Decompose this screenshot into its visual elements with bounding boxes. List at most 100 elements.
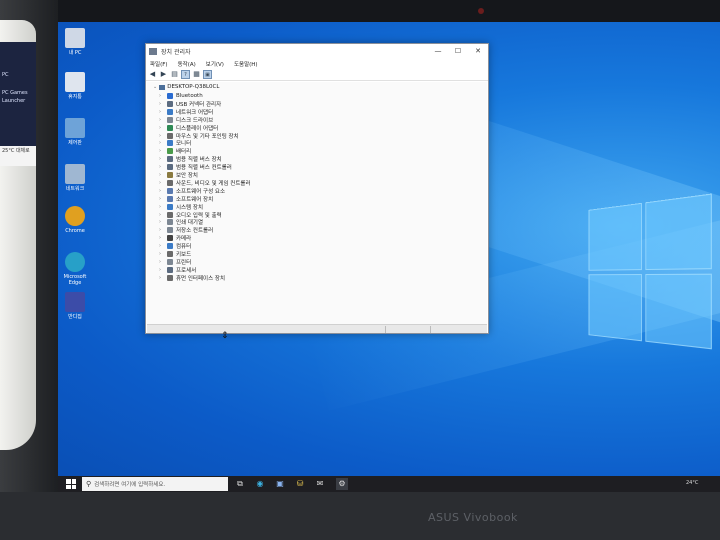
expand-arrow-icon[interactable]: ›	[159, 133, 164, 139]
tree-node[interactable]: › 시스템 장치	[159, 203, 203, 211]
weather-widget[interactable]: 24°C	[686, 480, 698, 486]
tree-node[interactable]: › 모니터	[159, 139, 191, 147]
expand-arrow-icon[interactable]: ›	[159, 172, 164, 178]
expand-arrow-icon[interactable]: ›	[159, 156, 164, 162]
title-bar[interactable]: 장치 관리자 — ☐ ✕	[146, 44, 488, 58]
desktop-icon-recycle-bin[interactable]: 내 PC	[60, 28, 90, 56]
desktop-icon-app[interactable]: 반디집	[60, 292, 90, 320]
tree-node[interactable]: › 인쇄 대기열	[159, 218, 203, 226]
device-category-icon	[167, 172, 173, 178]
tree-node[interactable]: › USB 커넥터 관리자	[159, 100, 221, 108]
tree-node[interactable]: › 키보드	[159, 250, 191, 258]
desktop-icon-label: 내 PC	[60, 50, 90, 56]
show-hidden-icon[interactable]: ▦	[192, 70, 201, 79]
device-category-icon	[167, 267, 173, 273]
device-category-icon	[167, 109, 173, 115]
tree-node-label: 컴퓨터	[176, 242, 191, 250]
desktop-icon-edge[interactable]: Microsoft Edge	[60, 252, 90, 286]
expand-arrow-icon[interactable]: ›	[159, 212, 164, 218]
webcam-indicator	[478, 8, 484, 14]
tree-node-label: 범용 직렬 버스 장치	[176, 155, 222, 163]
expand-arrow-icon[interactable]: ›	[159, 227, 164, 233]
device-tree[interactable]: ⌄ DESKTOP-Q38L0CL › Bluetooth › USB 커넥터 관…	[147, 82, 487, 324]
device-manager-taskbar-icon[interactable]: ⚙	[336, 478, 348, 490]
forward-icon[interactable]: ▶	[159, 70, 168, 79]
expand-arrow-icon[interactable]: ›	[159, 251, 164, 257]
tree-node[interactable]: › Bluetooth	[159, 92, 203, 100]
expand-down-icon[interactable]: ⌄	[153, 84, 157, 90]
expand-arrow-icon[interactable]: ›	[159, 101, 164, 107]
adjacent-line-1: PC	[2, 72, 9, 78]
mail-icon[interactable]: ✉	[314, 478, 326, 490]
tree-node[interactable]: › 마우스 및 기타 포인팅 장치	[159, 132, 239, 140]
tree-node[interactable]: › 저장소 컨트롤러	[159, 226, 213, 234]
tree-node[interactable]: › 카메라	[159, 234, 191, 242]
device-category-icon	[167, 204, 173, 210]
expand-arrow-icon[interactable]: ›	[159, 148, 164, 154]
tree-node[interactable]: › 네트워크 어댑터	[159, 108, 213, 116]
recycle-bin-2-icon	[65, 72, 85, 92]
expand-arrow-icon[interactable]: ›	[159, 164, 164, 170]
expand-arrow-icon[interactable]: ›	[159, 140, 164, 146]
tree-node[interactable]: › 프로세서	[159, 266, 196, 274]
window-title: 장치 관리자	[161, 47, 428, 56]
maximize-button[interactable]: ☐	[448, 44, 468, 58]
expand-arrow-icon[interactable]: ›	[159, 180, 164, 186]
menu-file[interactable]: 파일(F)	[150, 60, 168, 68]
task-view-icon[interactable]: ⧉	[234, 478, 246, 490]
tree-node[interactable]: › 컴퓨터	[159, 242, 191, 250]
device-category-icon	[167, 180, 173, 186]
tree-node[interactable]: › 디스크 드라이브	[159, 116, 213, 124]
tree-node-label: 시스템 장치	[176, 203, 203, 211]
device-category-icon	[167, 196, 173, 202]
menu-view[interactable]: 보기(V)	[206, 60, 224, 68]
tree-node[interactable]: › 디스플레이 어댑터	[159, 124, 218, 132]
expand-arrow-icon[interactable]: ›	[159, 235, 164, 241]
tree-node-label: 모니터	[176, 139, 191, 147]
edge-taskbar-icon[interactable]: ◉	[254, 478, 266, 490]
tree-node-label: USB 커넥터 관리자	[176, 100, 221, 108]
expand-arrow-icon[interactable]: ›	[159, 93, 164, 99]
scan-hardware-icon[interactable]: ▣	[203, 70, 212, 79]
tree-root[interactable]: ⌄ DESKTOP-Q38L0CL	[153, 84, 219, 90]
expand-arrow-icon[interactable]: ›	[159, 243, 164, 249]
device-category-icon	[167, 164, 173, 170]
menu-help[interactable]: 도움말(H)	[234, 60, 258, 68]
tree-node[interactable]: › 소프트웨어 구성 요소	[159, 187, 225, 195]
device-manager-window[interactable]: 장치 관리자 — ☐ ✕ 파일(F) 동작(A) 보기(V) 도움말(H) ◀ …	[145, 43, 489, 334]
desktop-icon-network[interactable]: 네트워크	[60, 164, 90, 192]
expand-arrow-icon[interactable]: ›	[159, 196, 164, 202]
expand-arrow-icon[interactable]: ›	[159, 109, 164, 115]
expand-arrow-icon[interactable]: ›	[159, 267, 164, 273]
tree-node[interactable]: › 프린터	[159, 258, 191, 266]
expand-arrow-icon[interactable]: ›	[159, 204, 164, 210]
tree-node[interactable]: › 오디오 입력 및 출력	[159, 211, 222, 219]
tree-node[interactable]: › 범용 직렬 버스 장치	[159, 155, 222, 163]
tree-node[interactable]: › 배터리	[159, 147, 191, 155]
store-icon[interactable]: ⛁	[294, 478, 306, 490]
tree-node[interactable]: › 범용 직렬 버스 컨트롤러	[159, 163, 232, 171]
menu-action[interactable]: 동작(A)	[178, 60, 196, 68]
expand-arrow-icon[interactable]: ›	[159, 259, 164, 265]
desktop-icon-control-panel[interactable]: 제어판	[60, 118, 90, 146]
desktop-icon-chrome[interactable]: Chrome	[60, 206, 90, 234]
expand-arrow-icon[interactable]: ›	[159, 188, 164, 194]
file-explorer-icon[interactable]: ▣	[274, 478, 286, 490]
expand-arrow-icon[interactable]: ›	[159, 117, 164, 123]
tree-node[interactable]: › 사운드, 비디오 및 게임 컨트롤러	[159, 179, 251, 187]
expand-arrow-icon[interactable]: ›	[159, 219, 164, 225]
close-button[interactable]: ✕	[468, 44, 488, 58]
expand-arrow-icon[interactable]: ›	[159, 125, 164, 131]
taskbar-search-box[interactable]: ⚲ 검색하려면 여기에 입력하세요.	[82, 477, 228, 491]
minimize-button[interactable]: —	[428, 44, 448, 58]
start-button[interactable]	[66, 479, 76, 489]
tree-node[interactable]: › 소프트웨어 장치	[159, 195, 213, 203]
tree-node[interactable]: › 휴먼 인터페이스 장치	[159, 274, 225, 282]
help-icon[interactable]: ?	[181, 70, 190, 79]
back-icon[interactable]: ◀	[148, 70, 157, 79]
desktop-icon-recycle-bin-2[interactable]: 휴지통	[60, 72, 90, 100]
expand-arrow-icon[interactable]: ›	[159, 275, 164, 281]
properties-icon[interactable]: ▤	[170, 70, 179, 79]
device-category-icon	[167, 259, 173, 265]
tree-node[interactable]: › 보안 장치	[159, 171, 198, 179]
